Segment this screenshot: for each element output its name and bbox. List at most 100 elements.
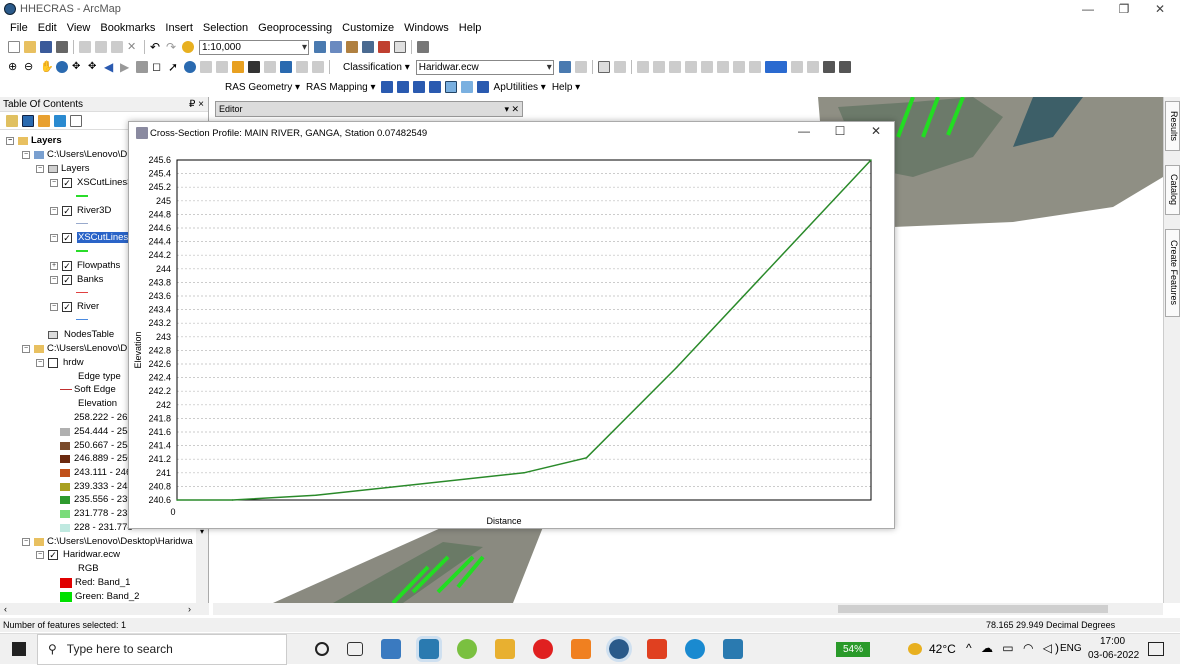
- office-icon[interactable]: [647, 639, 667, 659]
- arcgis-icon[interactable]: [606, 636, 632, 662]
- menu-selection[interactable]: Selection: [203, 22, 248, 34]
- classification-menu[interactable]: Classification ▾: [343, 62, 410, 73]
- layout-icon[interactable]: [790, 61, 803, 73]
- ras-tool5-icon[interactable]: [444, 81, 457, 93]
- results-tab[interactable]: Results: [1165, 101, 1180, 151]
- ras-tool6-icon[interactable]: [460, 81, 473, 93]
- toc-layer-haridwar[interactable]: − ✓ Haridwar.ecw: [36, 549, 120, 560]
- clock-date[interactable]: 03-06-2022: [1088, 650, 1139, 661]
- menu-help[interactable]: Help: [459, 22, 482, 34]
- toc-folder-3[interactable]: − C:\Users\Lenovo\Desktop\Haridwa: [22, 536, 193, 547]
- toc-layer-xscutlines[interactable]: − ✓ XSCutLines: [50, 232, 130, 243]
- aputilities-menu[interactable]: ApUtilities ▾: [494, 82, 546, 93]
- menu-windows[interactable]: Windows: [404, 22, 449, 34]
- hyperlink-icon[interactable]: [200, 61, 212, 73]
- menu-file[interactable]: File: [10, 22, 28, 34]
- taskbar-search[interactable]: ⚲ Type here to search: [37, 633, 287, 665]
- list-by-source-icon[interactable]: [22, 114, 34, 127]
- python-icon[interactable]: [394, 41, 406, 53]
- opera-icon[interactable]: [533, 639, 553, 659]
- tray-icons[interactable]: ^ ☁ ▭ ◠ ◁): [966, 641, 1062, 655]
- menu-bookmarks[interactable]: Bookmarks: [100, 22, 155, 34]
- paste-icon[interactable]: [111, 41, 123, 53]
- ras-tool7-icon[interactable]: [476, 81, 489, 93]
- cortana-icon[interactable]: [315, 642, 329, 656]
- menu-customize[interactable]: Customize: [342, 22, 394, 34]
- dialog-minimize-button[interactable]: —: [789, 124, 819, 138]
- editor-toolbar-icon[interactable]: [314, 41, 326, 53]
- toc-group-layers[interactable]: − Layers: [36, 163, 90, 174]
- toc-layer-river3d[interactable]: − ✓ River3D: [50, 205, 111, 216]
- ras-tool3-icon[interactable]: [412, 81, 425, 93]
- snap5-icon[interactable]: [700, 61, 713, 73]
- scale-combo[interactable]: 1:10,000: [199, 39, 309, 55]
- snap4-icon[interactable]: [684, 61, 697, 73]
- list-by-drawing-order-icon[interactable]: [6, 114, 18, 127]
- map-hscroll[interactable]: [213, 603, 1163, 615]
- fill-color-icon[interactable]: [764, 61, 787, 73]
- cut-icon[interactable]: [79, 41, 91, 53]
- toc-folder-1[interactable]: − C:\Users\Lenovo\D: [22, 149, 127, 160]
- toc-pin-close[interactable]: ₽ ×: [189, 99, 204, 110]
- select-elements-icon[interactable]: ➚: [168, 61, 180, 73]
- weather-icon[interactable]: [908, 643, 922, 655]
- list-by-visibility-icon[interactable]: [38, 114, 50, 127]
- im-icon[interactable]: [571, 639, 591, 659]
- identify-icon[interactable]: [184, 61, 196, 73]
- find-icon[interactable]: [248, 61, 260, 73]
- ras-tool1-icon[interactable]: [380, 81, 393, 93]
- qgis-icon[interactable]: [457, 639, 477, 659]
- pan-icon[interactable]: ✋: [40, 61, 54, 73]
- file-explorer-icon[interactable]: [495, 639, 515, 659]
- restore-button[interactable]: ❐: [1106, 0, 1142, 18]
- toc-hscroll[interactable]: ‹ ›: [0, 603, 209, 615]
- print-icon[interactable]: [56, 41, 68, 53]
- layer-combo[interactable]: Haridwar.ecw: [415, 59, 554, 75]
- report-icon[interactable]: [838, 61, 851, 73]
- classify-icon[interactable]: [558, 61, 571, 73]
- menu-insert[interactable]: Insert: [165, 22, 193, 34]
- delete-icon[interactable]: ✕: [127, 41, 139, 53]
- swipe-icon[interactable]: [312, 61, 324, 73]
- forward-icon[interactable]: ▶: [120, 61, 132, 73]
- fixed-zoom-out-icon[interactable]: ✥: [88, 61, 100, 73]
- temperature[interactable]: 42°C: [929, 642, 956, 656]
- options-icon[interactable]: [70, 114, 82, 127]
- menu-edit[interactable]: Edit: [38, 22, 57, 34]
- toc-icon[interactable]: [330, 41, 342, 53]
- toc-vscroll[interactable]: ▾: [196, 527, 208, 603]
- redo-icon[interactable]: ↷: [166, 41, 178, 53]
- arcmap-task-icon[interactable]: [416, 636, 442, 662]
- full-extent-icon[interactable]: [56, 61, 68, 73]
- go-to-xy-icon[interactable]: [264, 61, 276, 73]
- zoom-out-icon[interactable]: ⊖: [24, 61, 36, 73]
- snap6-icon[interactable]: [716, 61, 729, 73]
- undo-icon[interactable]: ↶: [150, 41, 162, 53]
- open-icon[interactable]: [24, 41, 36, 53]
- back-icon[interactable]: ◀: [104, 61, 116, 73]
- list-by-selection-icon[interactable]: [54, 114, 66, 127]
- language[interactable]: ENG: [1060, 643, 1082, 654]
- arcmap2-icon[interactable]: [723, 639, 743, 659]
- ras-mapping-menu[interactable]: RAS Mapping ▾: [306, 82, 376, 93]
- catalog-icon[interactable]: [346, 41, 358, 53]
- toc-layer-xscutlines3[interactable]: − ✓ XSCutLines3: [50, 177, 132, 188]
- zoom-in-icon[interactable]: ⊕: [8, 61, 20, 73]
- create-features-tab[interactable]: Create Features: [1165, 229, 1180, 317]
- toc-layer-hrdw[interactable]: − hrdw: [36, 357, 84, 368]
- notification-icon[interactable]: [1148, 642, 1164, 656]
- clear-selection-icon[interactable]: ◻: [152, 61, 164, 73]
- html-popup-icon[interactable]: [216, 61, 228, 73]
- minimize-button[interactable]: —: [1070, 0, 1106, 18]
- snap-icon[interactable]: [636, 61, 649, 73]
- battery-badge[interactable]: 54%: [836, 642, 870, 657]
- add-data-icon[interactable]: [182, 41, 194, 53]
- ras-geometry-menu[interactable]: RAS Geometry ▾: [225, 82, 300, 93]
- toc-layer-river[interactable]: − ✓ River: [50, 301, 99, 312]
- editor-toolbar[interactable]: Editor ▾ ✕: [215, 101, 523, 117]
- snap8-icon[interactable]: [748, 61, 761, 73]
- search-window-icon[interactable]: [362, 41, 374, 53]
- dialog-maximize-button[interactable]: ☐: [825, 124, 855, 138]
- effects-icon[interactable]: [613, 61, 626, 73]
- toc-layers-root[interactable]: − Layers: [6, 135, 62, 146]
